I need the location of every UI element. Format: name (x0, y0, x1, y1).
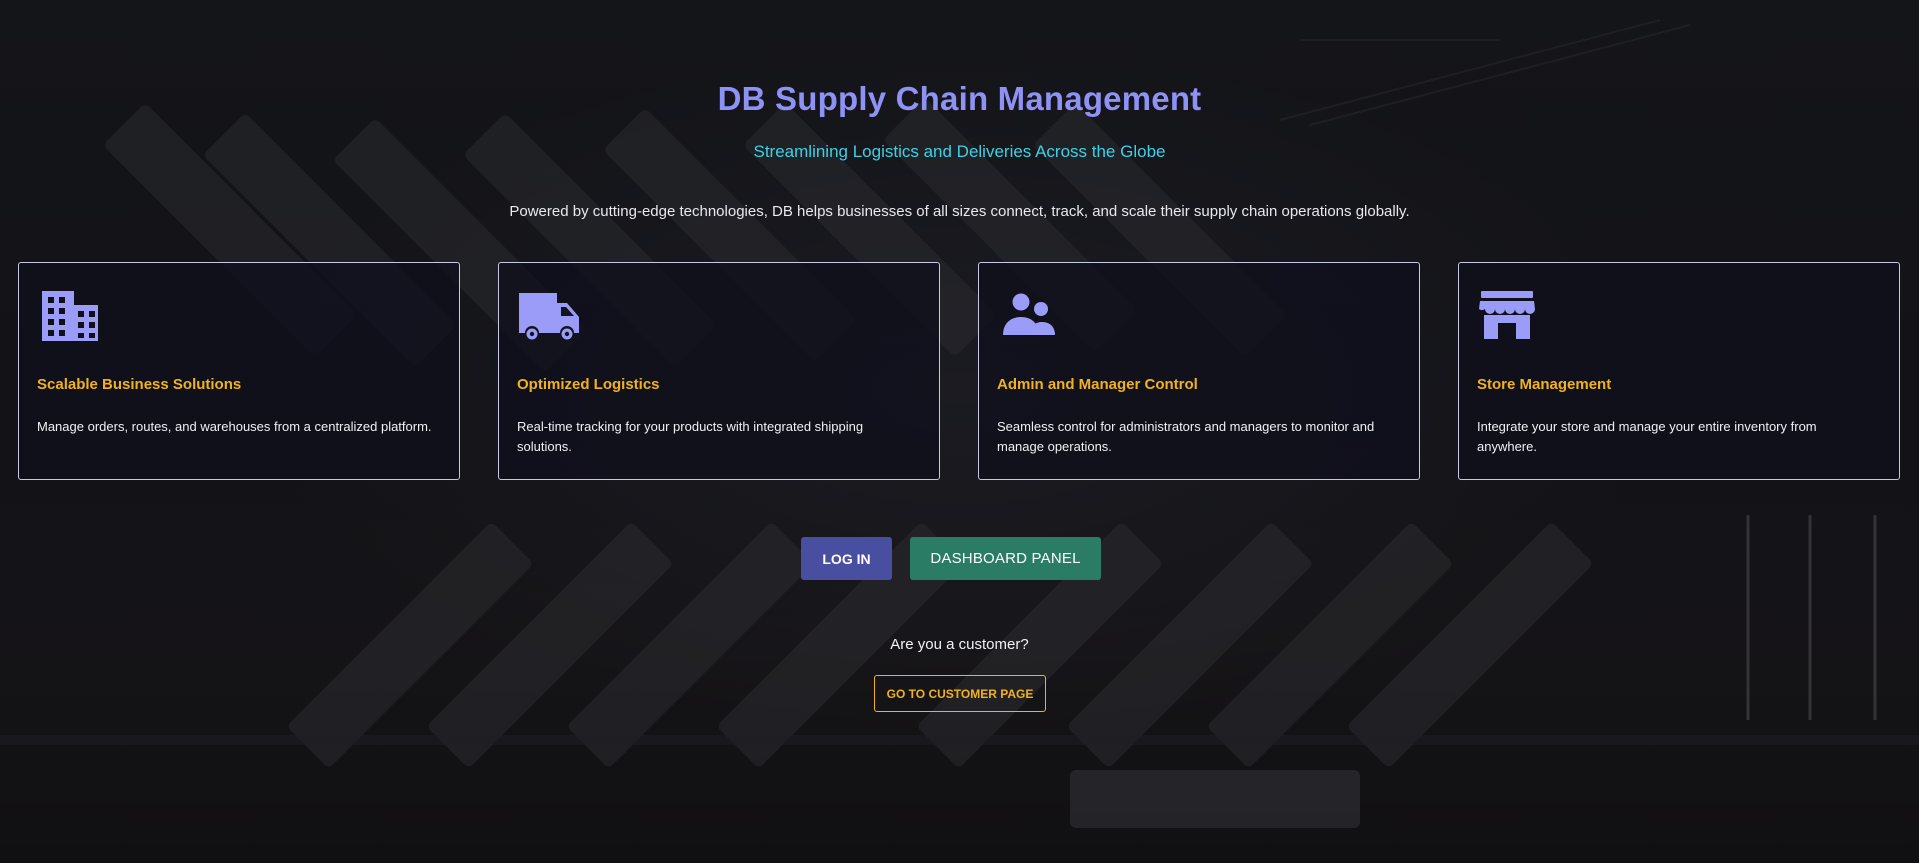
customer-question: Are you a customer? (890, 636, 1029, 653)
feature-title: Scalable Business Solutions (37, 376, 242, 393)
store-icon (1477, 287, 1541, 343)
features-section: Scalable Business Solutions Manage order… (18, 262, 1902, 482)
feature-title: Admin and Manager Control (997, 376, 1198, 393)
feature-card-optimized-logistics: Optimized Logistics Real-time tracking f… (498, 262, 940, 480)
feature-text: Real-time tracking for your products wit… (517, 419, 864, 454)
feature-text: Integrate your store and manage your ent… (1477, 419, 1817, 454)
feature-text: Seamless control for administrators and … (997, 419, 1375, 454)
truck-icon (517, 287, 581, 343)
feature-title: Optimized Logistics (517, 376, 660, 393)
page-description: Powered by cutting-edge technologies, DB… (509, 203, 1410, 220)
page-subtitle: Streamlining Logistics and Deliveries Ac… (753, 142, 1166, 161)
feature-text: Manage orders, routes, and warehouses fr… (37, 419, 432, 434)
feature-title: Store Management (1477, 376, 1612, 393)
dashboard-panel-button[interactable]: DASHBOARD PANEL (910, 537, 1101, 580)
feature-card-admin-manager: Admin and Manager Control Seamless contr… (978, 262, 1420, 480)
users-icon (997, 287, 1061, 343)
login-button[interactable]: LOG IN (801, 537, 892, 580)
building-icon (37, 287, 101, 343)
feature-card-scalable-business: Scalable Business Solutions Manage order… (18, 262, 460, 480)
feature-card-store-management: Store Management Integrate your store an… (1458, 262, 1900, 480)
page-title: DB Supply Chain Management (717, 80, 1202, 117)
customer-page-button[interactable]: GO TO CUSTOMER PAGE (874, 675, 1046, 712)
